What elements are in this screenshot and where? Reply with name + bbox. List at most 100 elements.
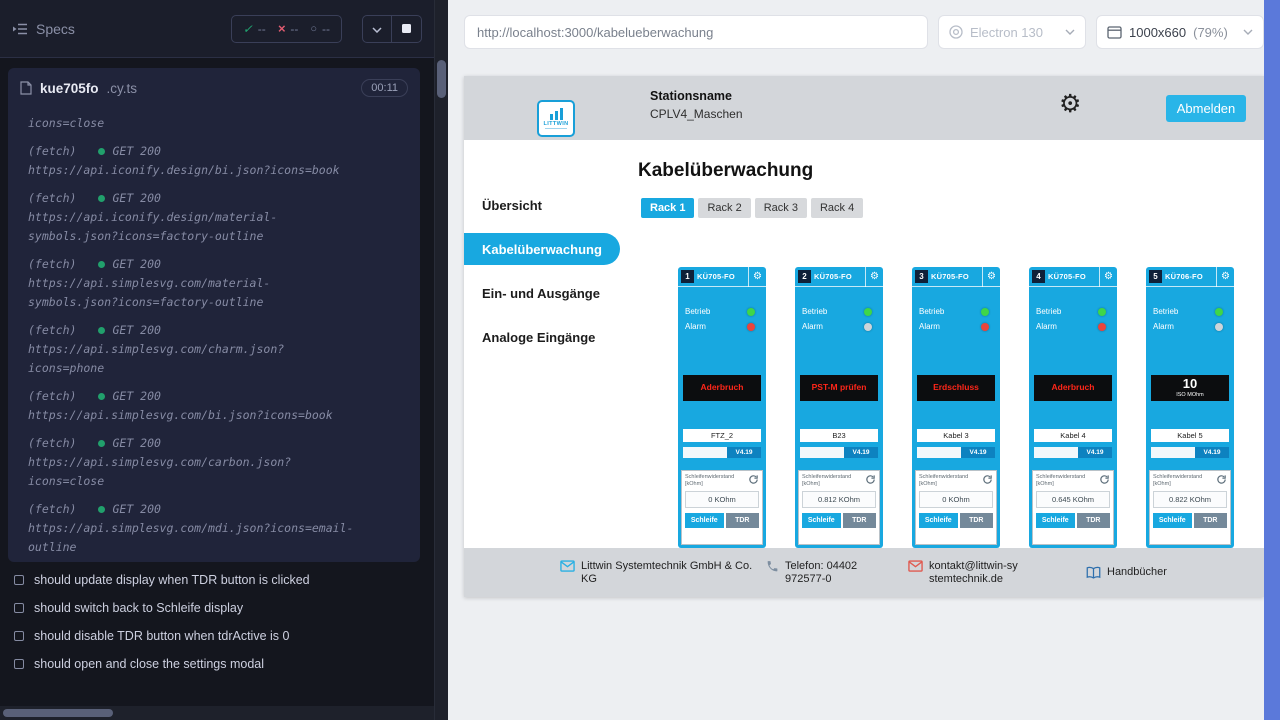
cypress-reporter: Specs ✓ -- × -- ○ -- [0,0,434,720]
station-info: Stationsname CPLV4_Maschen [650,89,743,121]
app-header: LITTWIN Stationsname CPLV4_Maschen ⚙ Abm… [464,76,1264,140]
measurement-panel: Schleifenwiderstand [kOhm] 0 KOhm Schlei… [681,470,763,545]
footer-email-link[interactable]: kontakt@littwin-systemtechnik.de [908,560,1086,586]
log-entry[interactable]: (fetch) GET 200 https://api.simplesvg.co… [28,321,408,378]
spec-timer: 00:11 [361,79,408,97]
cable-name-field[interactable]: Kabel 3 [917,429,995,442]
alarm-led [981,323,989,331]
tdr-button[interactable]: TDR [843,513,876,528]
schleife-button[interactable]: Schleife [685,513,724,528]
stop-icon [402,24,411,33]
cable-name-field[interactable]: B23 [800,429,878,442]
resistance-value: 0 KOhm [919,491,993,508]
refresh-icon[interactable] [1216,474,1227,485]
refresh-icon[interactable] [982,474,993,485]
schleife-button[interactable]: Schleife [919,513,958,528]
stage-toolbar: http://localhost:3000/kabelueberwachung … [448,0,1264,64]
schleife-button[interactable]: Schleife [1036,513,1075,528]
browser-icon [949,25,963,39]
alarm-led [864,323,872,331]
alarm-led [747,323,755,331]
horizontal-scrollbar[interactable] [0,706,434,720]
refresh-icon[interactable] [865,474,876,485]
reporter-scrollbar[interactable] [434,0,448,720]
log-continuation[interactable]: icons=close [28,114,408,133]
status-dot-icon [98,506,105,513]
url-bar[interactable]: http://localhost:3000/kabelueberwachung [464,15,928,49]
nav-item-analoge-eingaenge[interactable]: Analoge Eingänge [464,315,620,359]
test-item[interactable]: should disable TDR button when tdrActive… [0,622,420,650]
spec-title-row[interactable]: kue705fo.cy.ts 00:11 [8,68,420,108]
card-model: KÜ705-FO [1048,272,1086,281]
window-scrollbar[interactable] [1264,0,1280,720]
tab-rack-2[interactable]: Rack 2 [698,198,750,218]
device-card-5: 5 KÜ706-FO ⚙ Betrieb Alarm 10 ISO MOhm K… [1146,267,1234,548]
log-entry[interactable]: (fetch) GET 200 https://api.iconify.desi… [28,142,408,180]
card-number: 4 [1032,270,1045,283]
card-settings-icon[interactable]: ⚙ [1216,267,1234,287]
betrieb-led [1098,308,1106,316]
status-dot-icon [98,261,105,268]
card-settings-icon[interactable]: ⚙ [748,267,766,287]
command-log: icons=close (fetch) GET 200 https://api.… [8,108,420,557]
settings-gear-icon[interactable]: ⚙ [1059,92,1081,117]
specs-menu[interactable]: Specs [12,21,75,37]
stop-button[interactable] [392,15,422,43]
tdr-button[interactable]: TDR [960,513,993,528]
checkmark-icon: ✓ [243,22,253,36]
log-entry[interactable]: (fetch) GET 200 https://api.simplesvg.co… [28,500,408,557]
status-dot-icon [98,393,105,400]
tab-rack-3[interactable]: Rack 3 [755,198,807,218]
footer-phone: Telefon: 04402 972577-0 [766,560,908,586]
cable-name-field[interactable]: Kabel 4 [1034,429,1112,442]
card-number: 2 [798,270,811,283]
rack-tabs: Rack 1 Rack 2 Rack 3 Rack 4 [641,198,1264,218]
firmware-version: V4.19 [1195,447,1229,458]
test-item[interactable]: should open and close the settings modal [0,650,420,678]
nav-item-kabelueberwachung[interactable]: Kabelüberwachung [464,227,620,271]
station-label: Stationsname [650,89,743,103]
tdr-button[interactable]: TDR [1077,513,1110,528]
cable-name-field[interactable]: FTZ_2 [683,429,761,442]
card-settings-icon[interactable]: ⚙ [982,267,1000,287]
status-display: 10 ISO MOhm [1151,375,1229,401]
browser-select[interactable]: Electron 130 [938,15,1086,49]
station-value: CPLV4_Maschen [650,107,743,121]
card-number: 1 [681,270,694,283]
book-icon [1086,566,1101,579]
log-entry[interactable]: (fetch) GET 200 https://api.iconify.desi… [28,189,408,246]
collapse-button[interactable] [362,15,392,43]
status-dot-icon [98,440,105,447]
spec-extension: .cy.ts [107,81,138,96]
nav-item-uebersicht[interactable]: Übersicht [464,183,620,227]
refresh-icon[interactable] [748,474,759,485]
test-item[interactable]: should switch back to Schleife display [0,594,420,622]
nav-item-ein-und-ausgaenge[interactable]: Ein- und Ausgänge [464,271,620,315]
refresh-icon[interactable] [1099,474,1110,485]
tdr-button[interactable]: TDR [1194,513,1227,528]
logout-button[interactable]: Abmelden [1166,95,1246,122]
device-card-1: 1 KÜ705-FO ⚙ Betrieb Alarm Aderbruch FTZ… [678,267,766,548]
viewport-icon [1107,26,1122,39]
card-settings-icon[interactable]: ⚙ [865,267,883,287]
log-entry[interactable]: (fetch) GET 200 https://api.simplesvg.co… [28,255,408,312]
tdr-button[interactable]: TDR [726,513,759,528]
log-entry[interactable]: (fetch) GET 200 https://api.simplesvg.co… [28,434,408,491]
footer-manuals-link[interactable]: Handbücher [1086,566,1167,580]
spec-log-panel: kue705fo.cy.ts 00:11 icons=close (fetch)… [8,68,420,562]
tab-rack-1[interactable]: Rack 1 [641,198,694,218]
device-card-4: 4 KÜ705-FO ⚙ Betrieb Alarm Aderbruch Kab… [1029,267,1117,548]
test-box-icon [14,575,24,585]
card-settings-icon[interactable]: ⚙ [1099,267,1117,287]
card-model: KÜ705-FO [931,272,969,281]
firmware-version: V4.19 [844,447,878,458]
cable-name-field[interactable]: Kabel 5 [1151,429,1229,442]
test-item[interactable]: should update display when TDR button is… [0,566,420,594]
schleife-button[interactable]: Schleife [1153,513,1192,528]
viewport-select[interactable]: 1000x660 (79%) [1096,15,1264,49]
log-entry[interactable]: (fetch) GET 200 https://api.simplesvg.co… [28,387,408,425]
resistance-value: 0 KOhm [685,491,759,508]
schleife-button[interactable]: Schleife [802,513,841,528]
tab-rack-4[interactable]: Rack 4 [811,198,863,218]
device-cards: 1 KÜ705-FO ⚙ Betrieb Alarm Aderbruch FTZ… [678,267,1234,548]
